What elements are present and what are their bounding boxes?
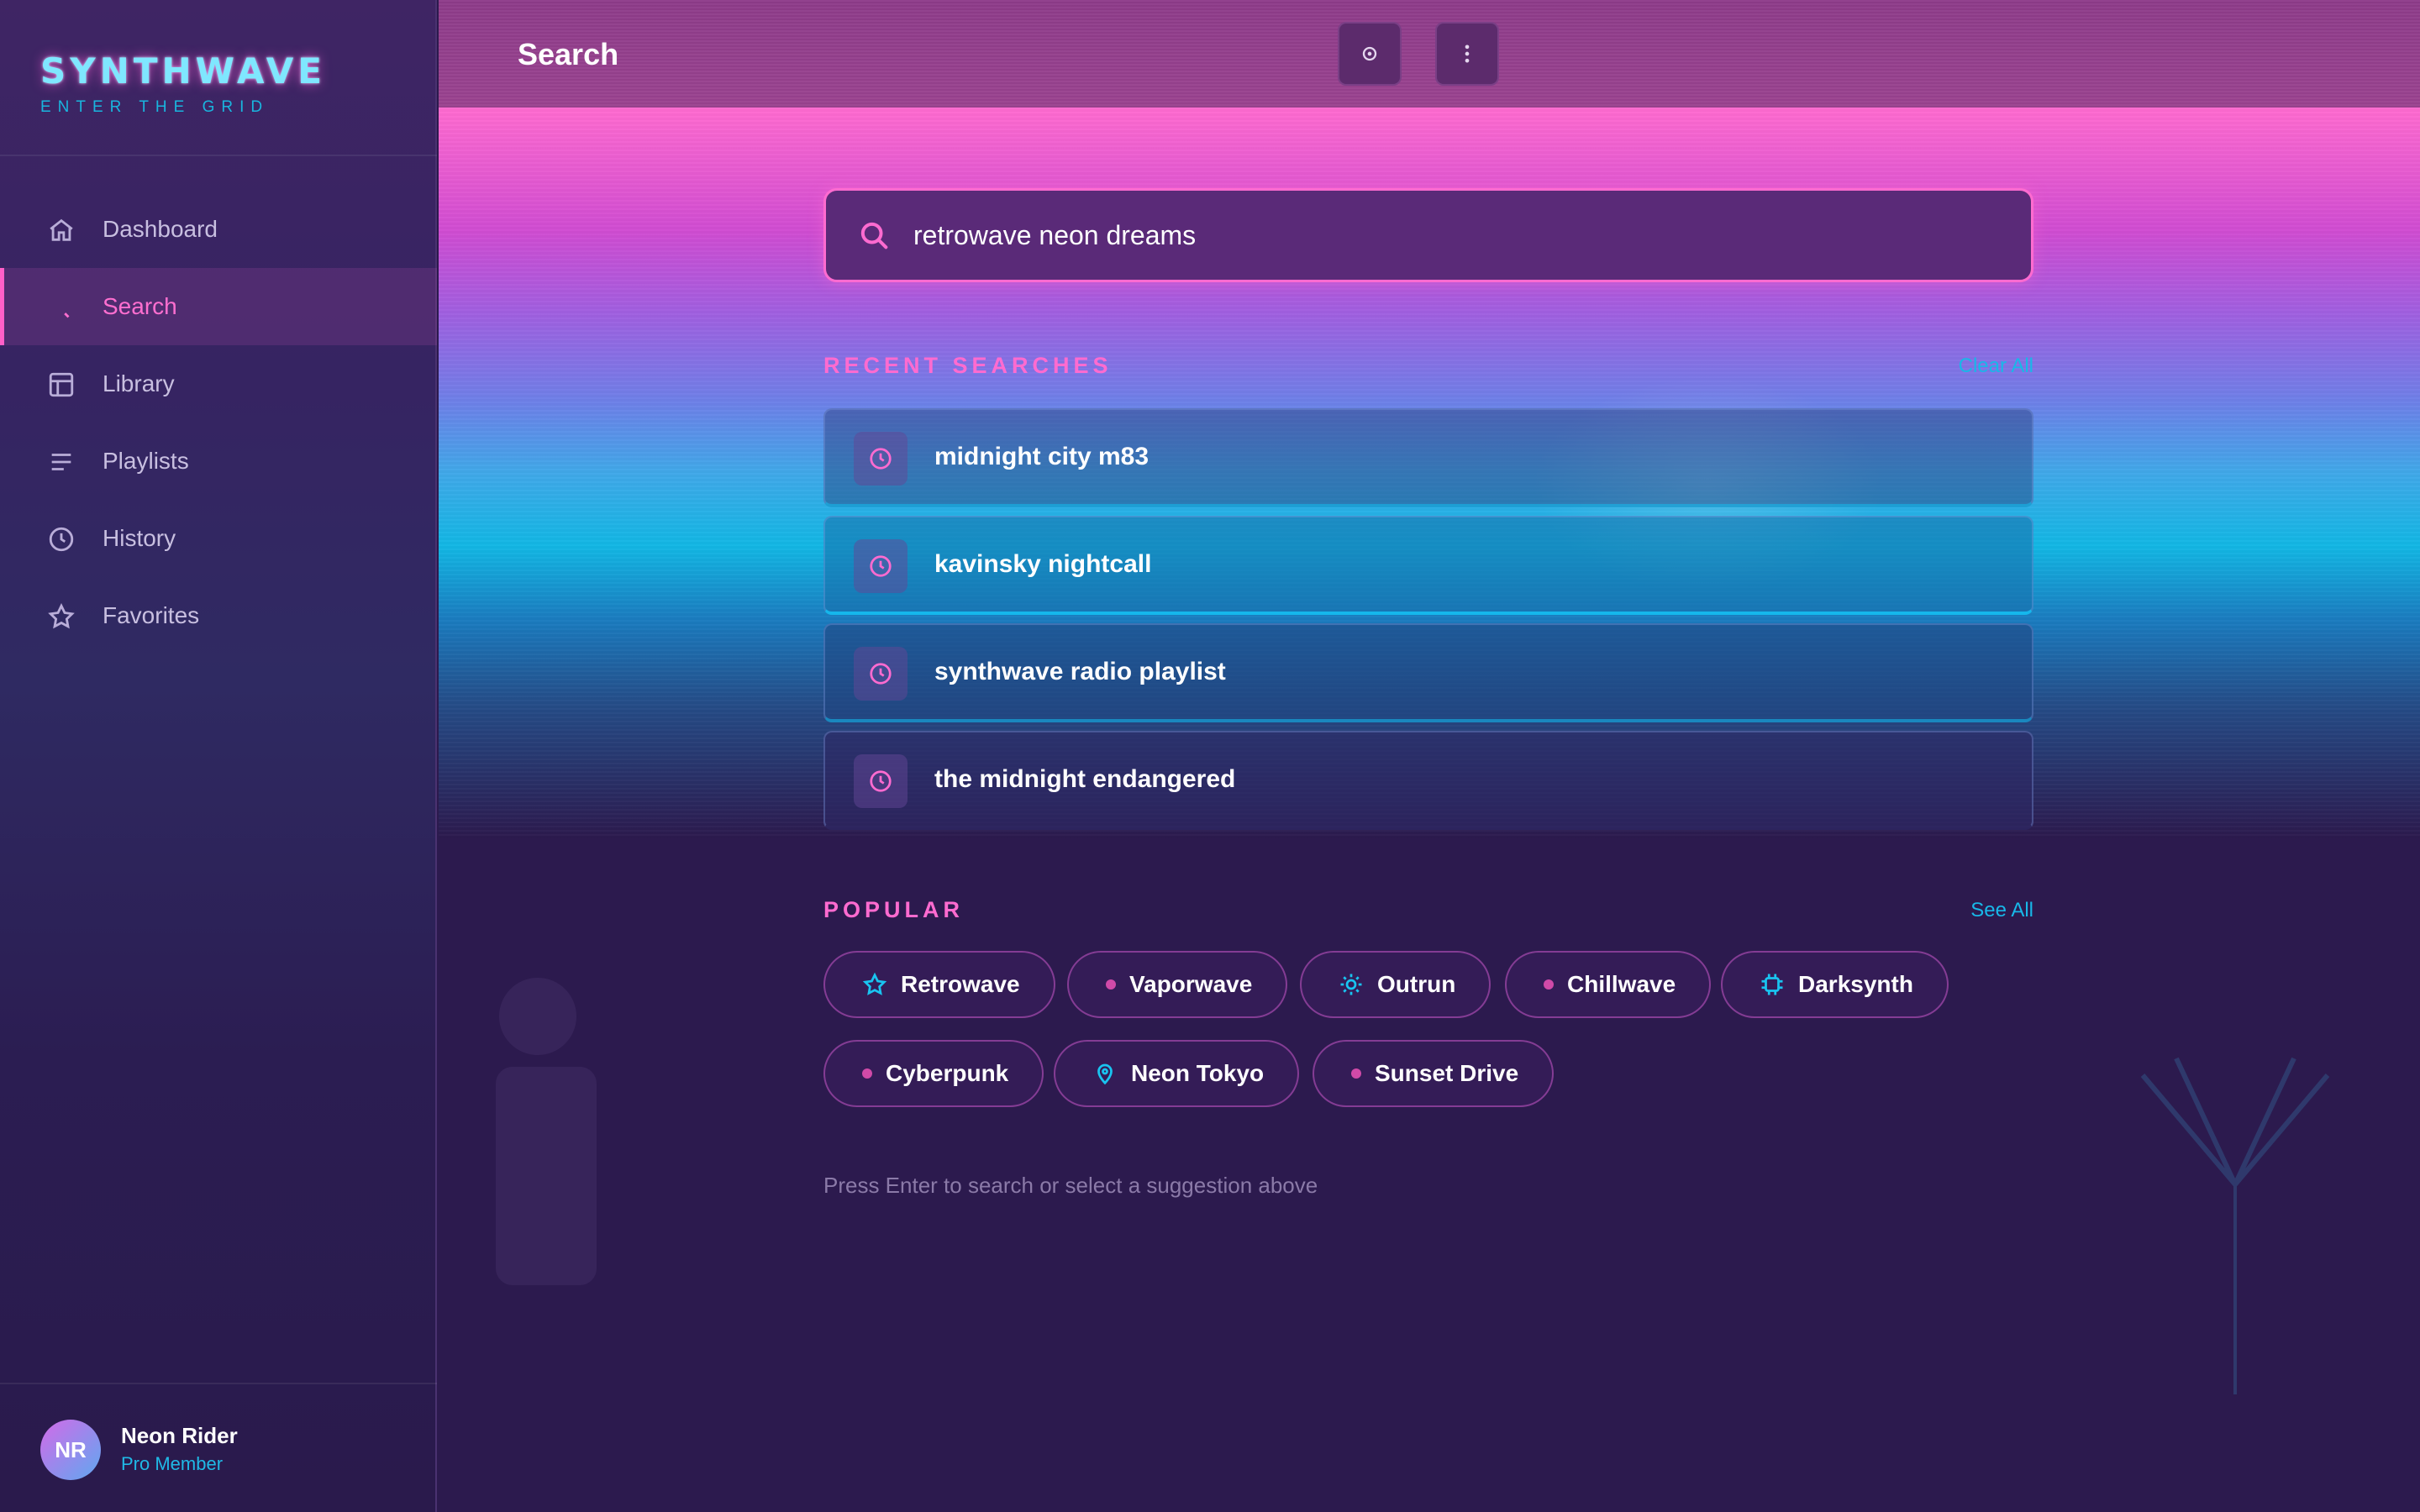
dot-icon [862,1068,872,1079]
user-name: Neon Rider [121,1423,238,1448]
cast-icon [1362,46,1377,61]
home-icon [47,216,76,244]
search-icon [47,293,76,322]
sidebar-item-dashboard[interactable]: Dashboard [0,191,437,268]
chip-neon-tokyo[interactable]: Neon Tokyo [1054,1040,1300,1107]
clock-icon [854,647,908,701]
palm-tree-decoration [2140,1057,2330,1394]
app-root: SYNTHWAVE ENTER THE GRID Dashboard Searc… [0,0,2420,1512]
sidebar-item-label: Dashboard [103,216,218,242]
chip-darksynth[interactable]: Darksynth [1721,951,1949,1018]
sidebar-item-label: History [103,525,176,551]
recent-search-item[interactable]: kavinsky nightcall [823,516,2033,615]
clock-icon [854,432,908,486]
list-icon [47,448,76,476]
dot-icon [1106,979,1116,990]
silhouette-decoration [496,978,597,1285]
sidebar-nav: Dashboard Search Library Playlists Histo… [0,191,437,654]
clock-icon [854,754,908,808]
recent-search-text: kavinsky nightcall [934,550,1152,578]
star-icon [47,602,76,631]
recent-search-item[interactable]: the midnight endangered [823,731,2033,830]
chip-cyberpunk[interactable]: Cyberpunk [823,1040,1044,1107]
sidebar-item-library[interactable]: Library [0,345,437,423]
dot-icon [1351,1068,1361,1079]
sidebar-item-label: Library [103,370,175,396]
search-input[interactable] [913,191,2006,280]
sidebar-item-history[interactable]: History [0,500,437,577]
recent-search-text: synthwave radio playlist [934,658,1226,685]
chip-chillwave[interactable]: Chillwave [1505,951,1712,1018]
sidebar-item-favorites[interactable]: Favorites [0,577,437,654]
recent-search-item[interactable]: synthwave radio playlist [823,623,2033,722]
chip-label: Darksynth [1798,971,1913,997]
clock-icon [47,525,76,554]
search-hint: Press Enter to search or select a sugges… [823,1173,1318,1198]
see-all-link[interactable]: See All [1970,899,2033,922]
recent-searches-heading: RECENT SEARCHES [823,353,1113,378]
recent-search-text: the midnight endangered [934,765,1236,793]
location-pin-icon [1092,1061,1118,1086]
sidebar-item-label: Search [103,293,177,319]
recent-searches-list: midnight city m83 kavinsky nightcall syn… [823,408,2033,838]
chip-sunset-drive[interactable]: Sunset Drive [1313,1040,1555,1107]
sidebar-item-playlists[interactable]: Playlists [0,423,437,500]
chip-vaporwave[interactable]: Vaporwave [1067,951,1288,1018]
topbar: Search [439,0,2420,108]
chip-retrowave[interactable]: Retrowave [823,951,1055,1018]
sidebar-item-label: Playlists [103,448,189,474]
brand-subtitle: ENTER THE GRID [40,98,270,116]
sidebar-divider [0,155,437,156]
chip-outrun[interactable]: Outrun [1300,951,1491,1018]
clock-icon [854,539,908,593]
chip-label: Neon Tokyo [1131,1060,1265,1086]
clear-all-link[interactable]: Clear All [1959,354,2033,378]
star-icon [862,972,887,997]
avatar[interactable]: NR [40,1420,101,1480]
sidebar-item-label: Favorites [103,602,200,628]
brand-title: SYNTHWAVE [40,50,326,92]
more-vertical-icon [1465,45,1470,63]
user-role: Pro Member [121,1453,224,1474]
sidebar-item-search[interactable]: Search [0,268,437,345]
chip-label: Cyberpunk [886,1060,1009,1086]
sun-icon [1339,972,1364,997]
page-title: Search [518,37,619,71]
chip-label: Retrowave [901,971,1020,997]
sidebar: SYNTHWAVE ENTER THE GRID Dashboard Searc… [0,0,437,1512]
chip-label: Vaporwave [1129,971,1253,997]
more-options-button[interactable] [1435,22,1499,86]
recent-search-text: midnight city m83 [934,443,1150,470]
search-icon [858,219,892,253]
popular-heading: POPULAR [823,897,965,922]
chip-icon [1760,972,1785,997]
user-divider [0,1383,437,1384]
cast-button[interactable] [1338,22,1402,86]
search-box [823,188,2033,282]
recent-search-item[interactable]: midnight city m83 [823,408,2033,507]
chip-label: Sunset Drive [1375,1060,1519,1086]
brand[interactable]: SYNTHWAVE ENTER THE GRID [40,50,326,117]
dot-icon [1544,979,1554,990]
library-icon [47,370,76,399]
chip-label: Outrun [1377,971,1456,997]
chip-label: Chillwave [1567,971,1676,997]
